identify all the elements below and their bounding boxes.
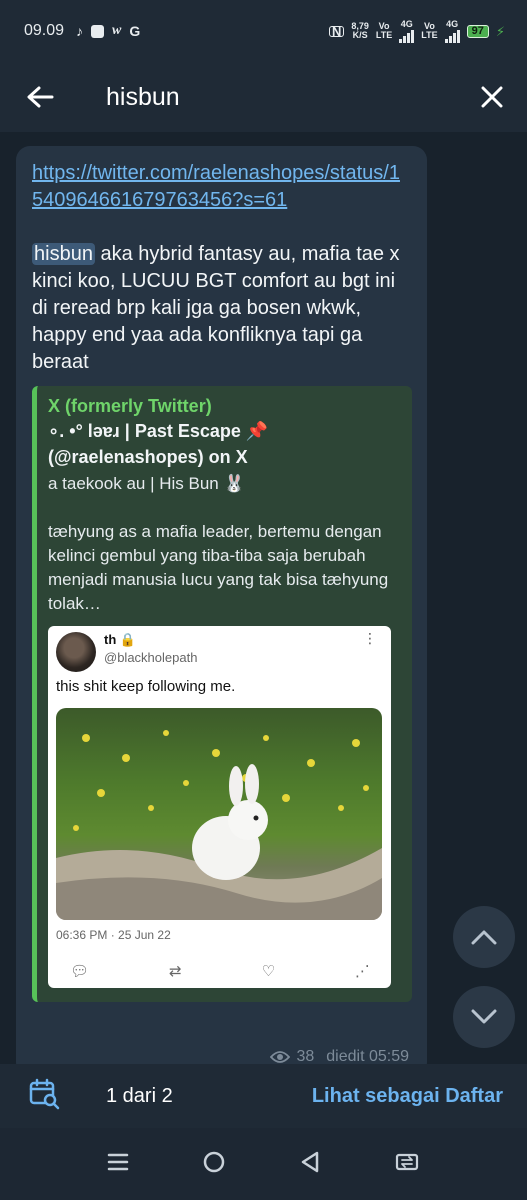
status-left: 09.09 ♪ w G (24, 22, 140, 40)
more-icon: ⋮ (363, 630, 377, 646)
message-text: hisbun aka hybrid fantasy au, mafia tae … (32, 241, 411, 376)
switch-app-button[interactable] (394, 1151, 420, 1178)
app-square-icon (91, 24, 105, 38)
net2-indicator: 4G (444, 18, 460, 43)
nfc-icon: N (329, 25, 345, 38)
reply-icon: 💬︎ (70, 963, 90, 980)
net2-label: 4G (446, 18, 459, 29)
message-bubble[interactable]: https://twitter.com/raelenashopes/status… (16, 146, 427, 1064)
system-nav-bar (0, 1128, 527, 1200)
status-right: N 8,79 K/S Vo LTE 4G Vo LTE 4G 97 ⚡ (329, 18, 505, 43)
tweet-actions: 💬︎ ⇄ ♡ ⋰ (70, 962, 370, 980)
scroll-down-button[interactable] (453, 986, 515, 1048)
home-button[interactable] (202, 1150, 226, 1179)
message-meta: 38 diedit 05:59 (270, 1048, 409, 1064)
preview-title: ∘. •° lǝɐɹ | Past Escape 📌 (@raelenashop… (48, 421, 269, 467)
chevron-up-icon (471, 930, 497, 945)
bunny-photo-illustration (56, 730, 382, 920)
close-icon (481, 86, 503, 108)
net1-label: 4G (400, 18, 413, 29)
signal1-icon (399, 29, 415, 43)
eye-icon (270, 1051, 291, 1063)
arrow-left-icon (27, 86, 54, 108)
like-icon: ♡ (261, 963, 276, 980)
tweet-text: this shit keep following me. (56, 678, 236, 695)
volte1-indicator: Vo LTE (376, 22, 392, 40)
menu-icon (107, 1153, 128, 1170)
swap-icon (396, 1153, 419, 1170)
search-header: hisbun (0, 62, 527, 132)
search-query-text[interactable]: hisbun (106, 83, 180, 112)
avatar (56, 632, 96, 672)
status-time: 09.09 (24, 22, 65, 39)
battery-icon: 97 (466, 24, 489, 38)
volte2-sub: LTE (421, 30, 438, 40)
triangle-back-icon (301, 1151, 319, 1172)
preview-site-name: X (formerly Twitter) (48, 396, 212, 416)
scroll-up-button[interactable] (453, 906, 515, 968)
calendar-search-button[interactable] (28, 1078, 60, 1115)
lock-icon: 🔒 (119, 632, 137, 647)
calendar-search-icon (29, 1078, 60, 1109)
preview-description: a taekook au | His Bun 🐰 tæhyung as a ma… (48, 474, 389, 613)
home-circle-icon (203, 1151, 225, 1172)
chat-area[interactable]: https://twitter.com/raelenashopes/status… (0, 132, 527, 1064)
tweet-handle: @blackholepath (104, 650, 198, 665)
back-nav-button[interactable] (299, 1150, 321, 1179)
bunny-photo (56, 708, 382, 920)
back-button[interactable] (0, 62, 80, 132)
tweet-name-text: th (104, 632, 117, 647)
close-search-button[interactable] (457, 62, 527, 132)
tweet-timestamp: 06:36 PM · 25 Jun 22 (56, 928, 171, 942)
search-results-bar: 1 dari 2 Lihat sebagai Daftar (0, 1064, 527, 1128)
recent-apps-button[interactable] (107, 1153, 129, 1176)
net1-indicator: 4G (399, 18, 415, 43)
share-icon: ⋰ (354, 963, 370, 980)
tweet-author-name: th 🔒 (104, 632, 136, 648)
edited-time: diedit 05:59 (326, 1048, 409, 1064)
retweet-icon: ⇄ (169, 963, 182, 980)
view-as-list-button[interactable]: Lihat sebagai Daftar (312, 1085, 503, 1108)
signal2-icon (444, 29, 460, 43)
net-speed-unit: K/S (352, 30, 368, 40)
tiktok-icon: ♪ (76, 23, 84, 39)
result-count: 1 dari 2 (106, 1084, 173, 1107)
volte2-indicator: Vo LTE (421, 22, 437, 40)
chevron-down-icon (471, 1009, 497, 1024)
search-highlight: hisbun (32, 243, 95, 265)
message-link[interactable]: https://twitter.com/raelenashopes/status… (32, 160, 411, 214)
net-speed: 8,79 K/S (351, 22, 369, 40)
preview-image[interactable]: th 🔒 @blackholepath ⋮ this shit keep fol… (48, 626, 391, 988)
volte1-sub: LTE (375, 30, 393, 40)
status-bar: 09.09 ♪ w G N 8,79 K/S Vo LTE 4G Vo LTE … (0, 0, 527, 62)
view-count: 38 (296, 1048, 315, 1064)
w-app-icon: w (112, 23, 122, 38)
link-preview[interactable]: X (formerly Twitter) ∘. •° lǝɐɹ | Past E… (32, 386, 412, 1002)
charging-icon: ⚡ (495, 23, 505, 39)
google-icon: G (129, 23, 141, 39)
